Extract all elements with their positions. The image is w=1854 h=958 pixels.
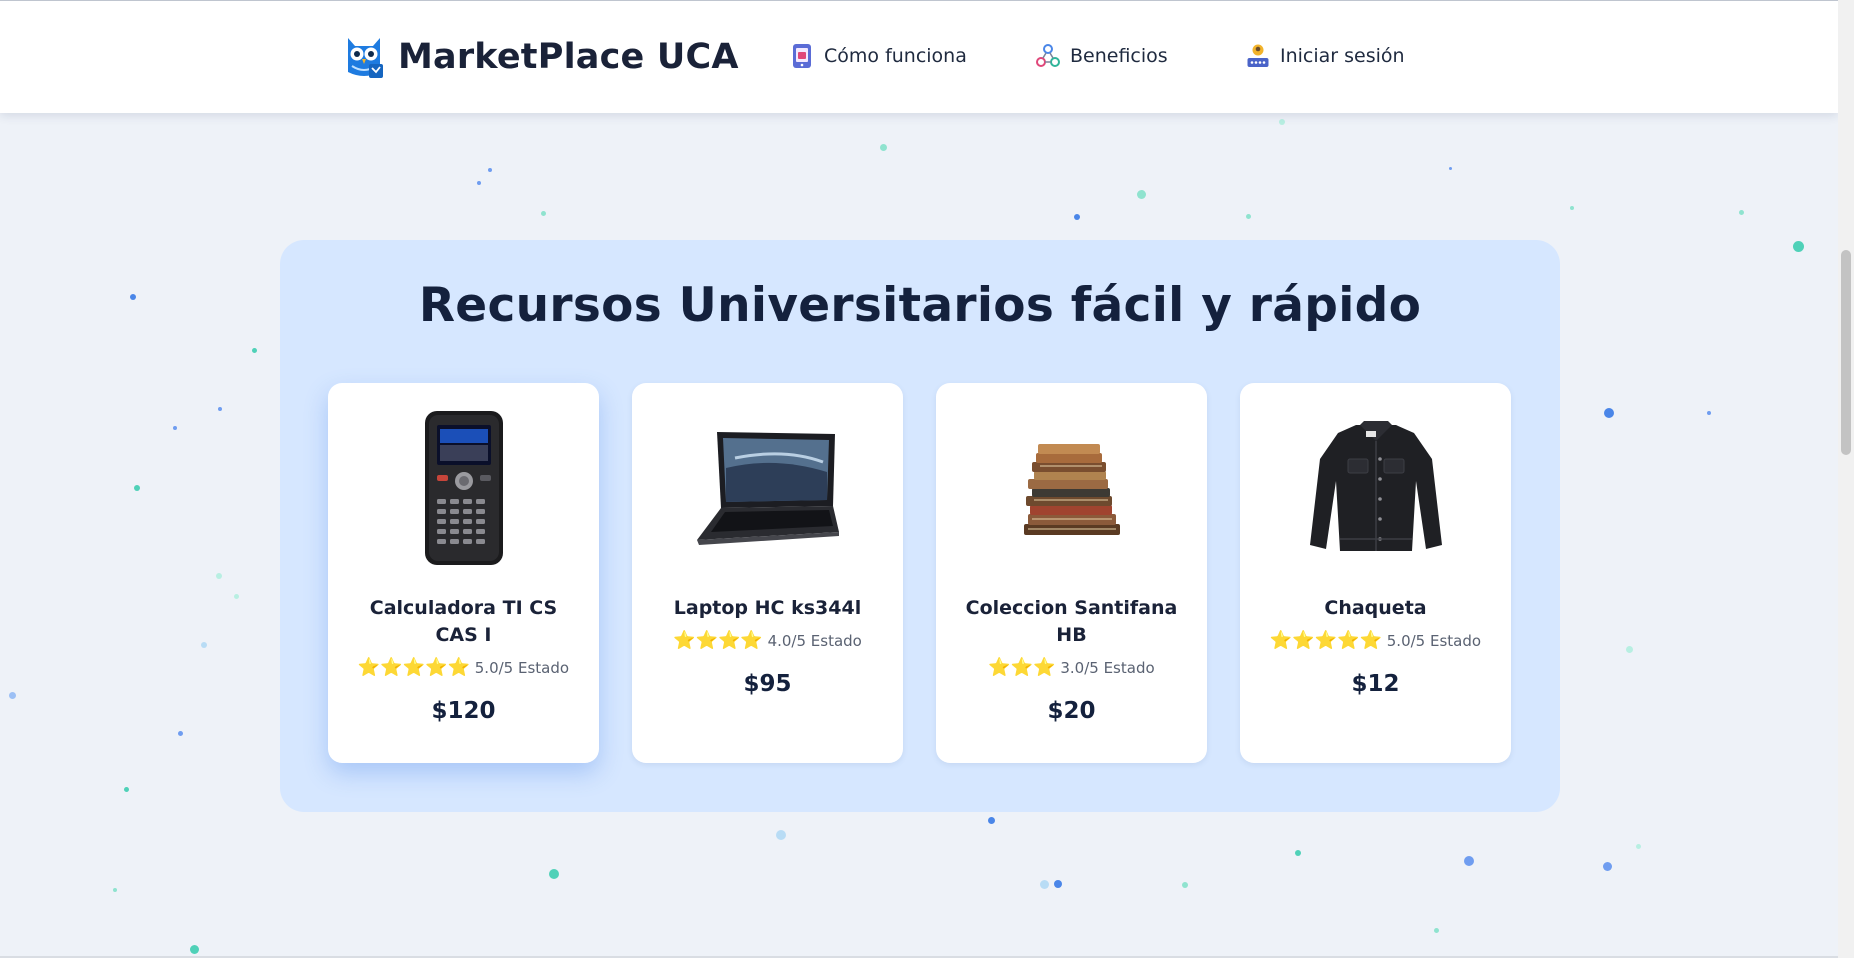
product-price: $20 — [1047, 698, 1096, 724]
product-image — [936, 403, 1207, 573]
product-card[interactable]: Coleccion Santifana HB ⭐⭐⭐ 3.0/5 Estado … — [936, 383, 1207, 763]
bg-dot — [1636, 844, 1641, 849]
user-login-icon — [1247, 44, 1269, 67]
bg-dot — [1279, 119, 1285, 125]
bg-dot — [880, 144, 887, 151]
product-name: Chaqueta — [1324, 597, 1427, 619]
product-name: Calculadora TI CS CAS I — [369, 597, 558, 646]
rating-text: 5.0/5 Estado — [474, 659, 570, 677]
product-image — [632, 403, 903, 573]
bg-dot — [1604, 408, 1614, 418]
nav-label: Iniciar sesión — [1280, 45, 1405, 67]
nav-como-funciona[interactable]: Cómo funciona — [790, 43, 967, 69]
nav-iniciar-sesion[interactable]: Iniciar sesión — [1246, 43, 1405, 69]
bg-dot — [541, 211, 546, 216]
rating-text: 3.0/5 Estado — [1060, 659, 1155, 677]
rating-text: 4.0/5 Estado — [767, 632, 862, 650]
bg-dot — [134, 485, 140, 491]
bg-dot — [9, 692, 16, 699]
bg-dot — [776, 830, 786, 840]
owl-logo-icon — [348, 38, 383, 78]
product-image — [1240, 403, 1511, 573]
rating-text: 5.0/5 Estado — [1386, 632, 1482, 650]
bg-dot — [173, 426, 177, 430]
bg-dot — [113, 888, 117, 892]
top-navbar: MarketPlace UCA Cómo funciona Beneficios — [0, 0, 1838, 113]
bg-dot — [1434, 928, 1439, 933]
product-price: $95 — [743, 671, 792, 697]
bg-dot — [252, 348, 257, 353]
bg-dot — [1074, 214, 1080, 220]
bg-dot — [1464, 856, 1474, 866]
product-card[interactable]: Laptop HC ks344l ⭐⭐⭐⭐ 4.0/5 Estado $95 — [632, 383, 903, 763]
bg-dot — [488, 168, 492, 172]
products-panel: Recursos Universitarios fácil y rápido C… — [280, 240, 1560, 812]
rating-stars: ⭐⭐⭐⭐⭐ — [357, 657, 470, 678]
graphing-calculator-image — [424, 411, 503, 565]
bg-dot — [477, 181, 481, 185]
denim-jacket-image — [1309, 421, 1442, 551]
bg-dot — [218, 407, 222, 411]
bg-dot — [1739, 210, 1744, 215]
laptop-image — [696, 432, 839, 545]
bg-dot — [1246, 214, 1251, 219]
bg-dot — [201, 642, 207, 648]
nav-beneficios[interactable]: Beneficios — [1036, 43, 1168, 69]
product-image — [328, 403, 599, 573]
product-name: Laptop HC ks344l — [673, 597, 862, 619]
rating-stars: ⭐⭐⭐⭐⭐ — [1269, 630, 1382, 651]
rating-stars: ⭐⭐⭐⭐ — [673, 630, 763, 651]
brand-name: MarketPlace UCA — [398, 37, 739, 77]
bg-dot — [130, 294, 136, 300]
phone-app-icon — [793, 44, 811, 68]
product-rating: ⭐⭐⭐ 3.0/5 Estado — [936, 657, 1207, 678]
nav-label: Cómo funciona — [824, 45, 967, 67]
bg-dot — [1570, 206, 1574, 210]
bg-dot — [1182, 882, 1188, 888]
bg-dot — [190, 945, 199, 954]
bg-dot — [1626, 646, 1633, 653]
scrollbar-thumb[interactable] — [1841, 250, 1851, 455]
bg-dot — [178, 731, 183, 736]
product-price: $120 — [431, 698, 496, 724]
product-rating: ⭐⭐⭐⭐⭐ 5.0/5 Estado — [1240, 630, 1511, 651]
book-stack-image — [1023, 444, 1120, 535]
bg-dot — [1707, 411, 1711, 415]
vertical-scrollbar[interactable] — [1838, 0, 1854, 958]
bg-dot — [1054, 880, 1062, 888]
product-card[interactable]: Chaqueta ⭐⭐⭐⭐⭐ 5.0/5 Estado $12 — [1240, 383, 1511, 763]
bg-dot — [1603, 862, 1612, 871]
bg-dot — [124, 787, 129, 792]
rating-stars: ⭐⭐⭐ — [988, 657, 1056, 678]
bg-dot — [1295, 850, 1301, 856]
nav-label: Beneficios — [1070, 45, 1168, 67]
section-title: Recursos Universitarios fácil y rápido — [418, 278, 1422, 333]
product-name: Coleccion Santifana HB — [965, 597, 1178, 646]
bg-dot — [1449, 167, 1452, 170]
bg-dot — [988, 817, 995, 824]
bg-dot — [1793, 241, 1804, 252]
bg-dot — [549, 869, 559, 879]
bg-dot — [1040, 880, 1049, 889]
product-price: $12 — [1351, 671, 1400, 697]
product-rating: ⭐⭐⭐⭐ 4.0/5 Estado — [632, 630, 903, 651]
benefits-network-icon — [1036, 44, 1060, 67]
brand[interactable]: MarketPlace UCA — [342, 34, 739, 80]
bg-dot — [234, 594, 239, 599]
bg-dot — [1137, 190, 1146, 199]
bg-dot — [216, 573, 222, 579]
product-card[interactable]: Calculadora TI CS CAS I ⭐⭐⭐⭐⭐ 5.0/5 Esta… — [328, 383, 599, 763]
product-rating: ⭐⭐⭐⭐⭐ 5.0/5 Estado — [328, 657, 599, 678]
